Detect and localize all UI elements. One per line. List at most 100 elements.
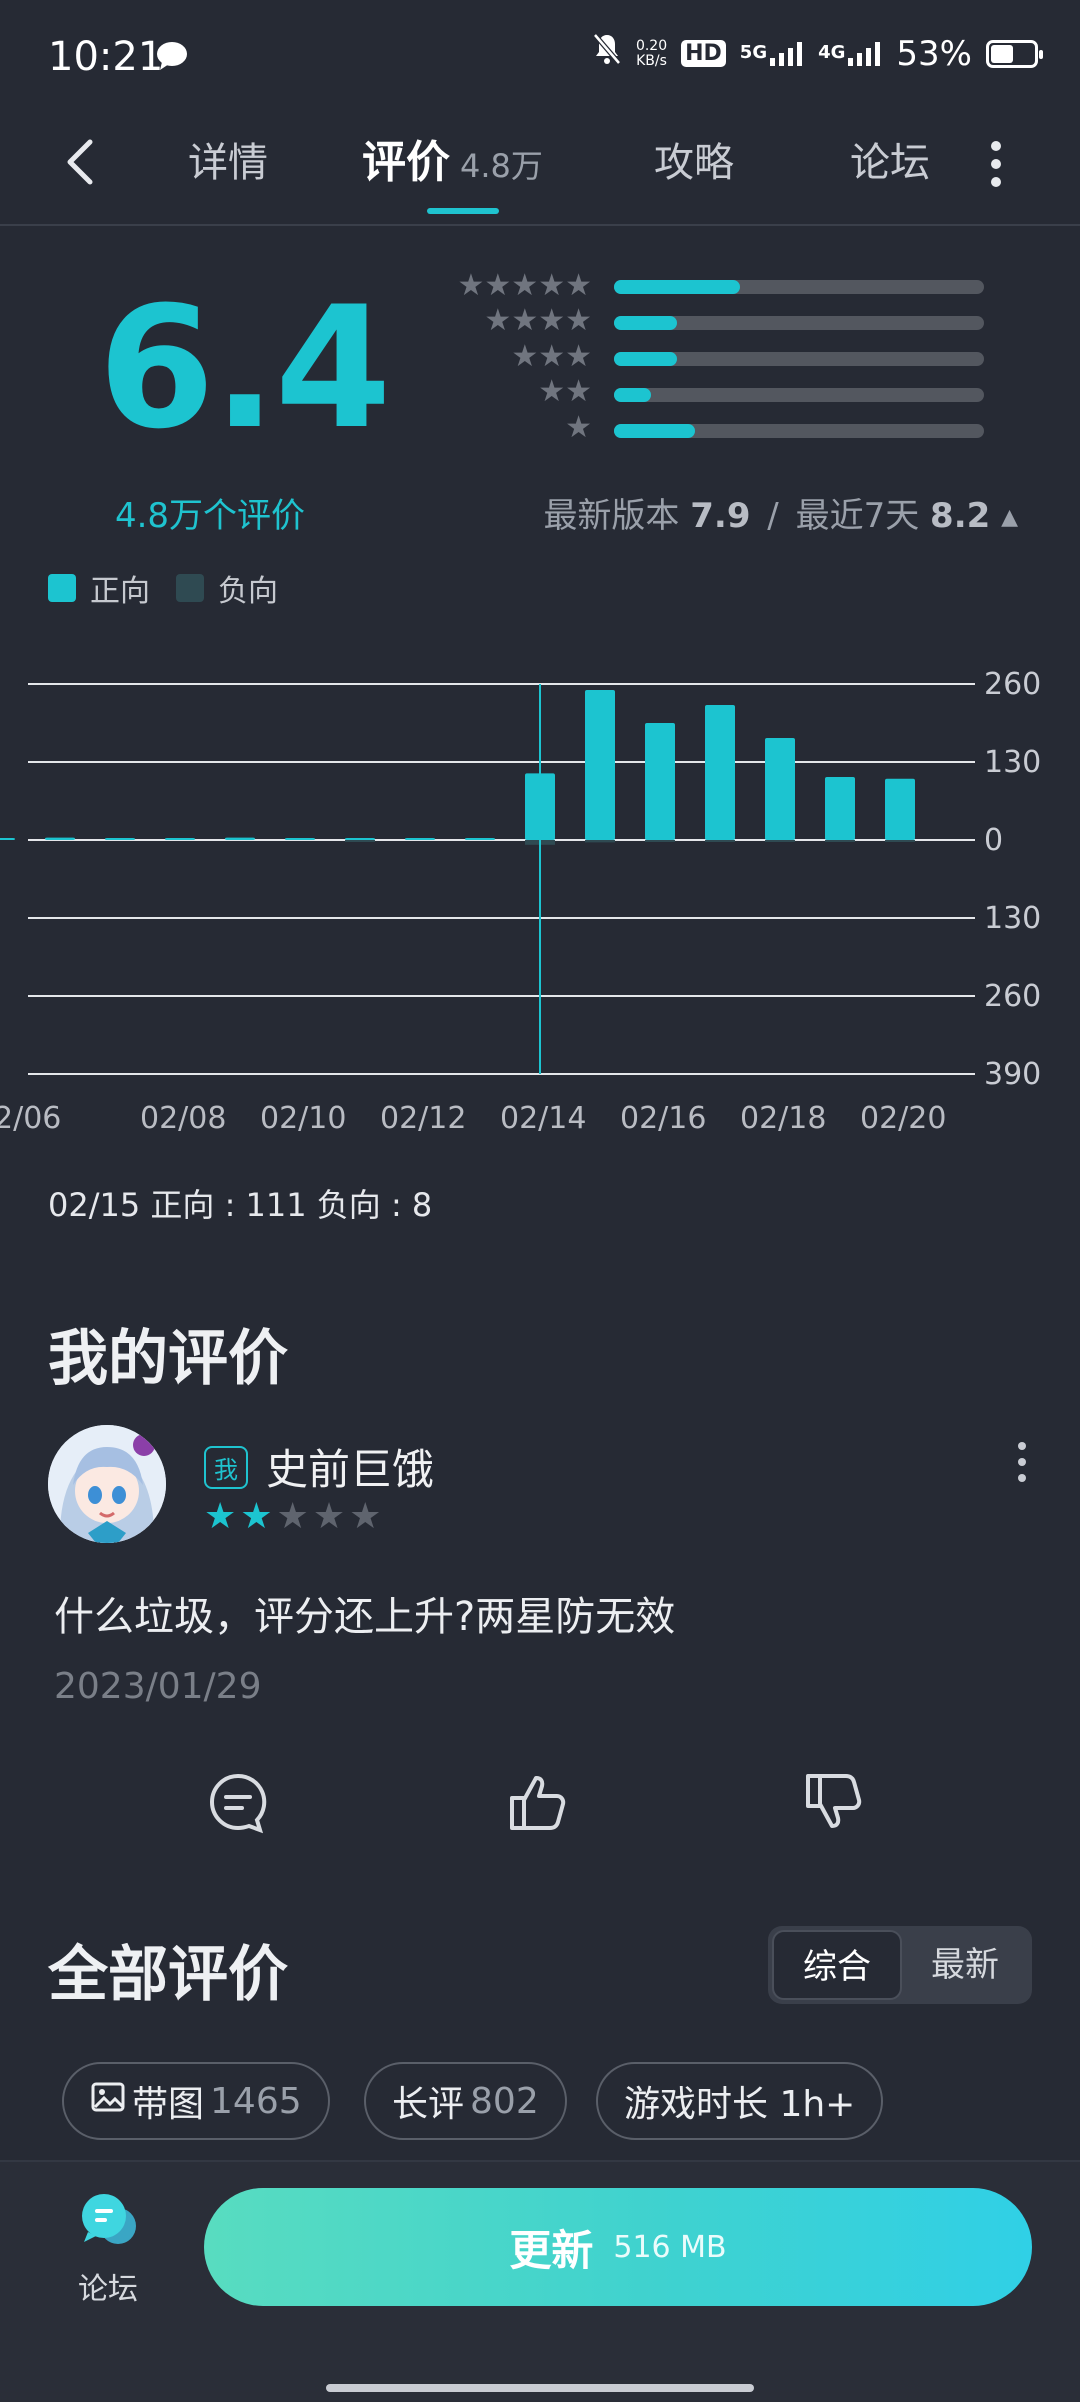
bar-positive bbox=[825, 777, 855, 840]
status-bar: 10:21 0.20 KB/s HD 5G 4G 53% bbox=[0, 0, 1080, 120]
thumbs-up-icon[interactable] bbox=[506, 1770, 570, 1834]
home-indicator[interactable] bbox=[326, 2384, 754, 2392]
sort-latest[interactable]: 最新 bbox=[902, 1930, 1028, 2000]
legend-negative-label: 负向 bbox=[218, 574, 278, 609]
tab-forum[interactable]: 论坛 bbox=[850, 130, 930, 188]
version-score: 最新版本 7.9 / 最近7天 8.2 ▲ bbox=[543, 496, 1018, 536]
overall-score: 6.4 bbox=[98, 270, 392, 466]
trend-up-icon: ▲ bbox=[1001, 505, 1018, 530]
chart-legend: 正向 负向 bbox=[48, 566, 278, 610]
x-tick-label: 2/06 bbox=[0, 1101, 61, 1136]
status-time: 10:21 bbox=[48, 34, 164, 80]
bar-positive bbox=[645, 723, 675, 840]
y-tick-label: 390 bbox=[984, 1057, 1041, 1092]
dist-bar-3 bbox=[614, 352, 984, 366]
legend-positive-swatch bbox=[48, 574, 76, 602]
avatar[interactable] bbox=[48, 1425, 166, 1543]
five-star-icons: ★★★★★ bbox=[457, 268, 592, 303]
bar-positive bbox=[285, 838, 315, 840]
tab-reviews[interactable]: 评价 4.8万 bbox=[362, 126, 543, 190]
filter-with-images[interactable]: 带图 1465 bbox=[62, 2062, 330, 2140]
bar-positive bbox=[0, 838, 15, 840]
tab-reviews-count: 4.8万 bbox=[460, 147, 543, 185]
review-trend-chart[interactable]: 260 130 0 130 260 390 2/06 02/08 02/10 02/12 02/14… bbox=[0, 610, 1080, 1150]
y-tick-label: 260 bbox=[984, 667, 1041, 702]
bar-negative bbox=[645, 840, 675, 842]
thumbs-down-icon[interactable] bbox=[802, 1770, 866, 1834]
y-tick-label: 130 bbox=[984, 745, 1041, 780]
dist-bar-1 bbox=[614, 424, 984, 438]
nav-divider bbox=[0, 224, 1080, 226]
forum-icon[interactable] bbox=[78, 2192, 140, 2254]
y-tick-label: 130 bbox=[984, 901, 1041, 936]
review-more-icon[interactable] bbox=[1010, 1440, 1034, 1488]
bar-positive bbox=[165, 838, 195, 840]
review-text: 什么垃圾，评分还上升?两星防无效 bbox=[54, 1594, 676, 1640]
bar-negative bbox=[825, 840, 855, 842]
rating-count: 4.8万个评价 bbox=[114, 496, 306, 536]
forum-label[interactable]: 论坛 bbox=[60, 2264, 156, 2308]
legend-negative-swatch bbox=[176, 574, 204, 602]
bar-positive bbox=[885, 778, 915, 840]
dist-bar-4 bbox=[614, 316, 984, 330]
bar-negative bbox=[585, 840, 615, 843]
comment-icon[interactable] bbox=[206, 1770, 270, 1834]
sort-toggle: 综合 最新 bbox=[768, 1926, 1032, 2004]
y-tick-label: 260 bbox=[984, 979, 1041, 1014]
battery-percent: 53% bbox=[896, 33, 972, 74]
dist-row-5: ★★★★★ bbox=[458, 268, 592, 303]
dist-bar-2 bbox=[614, 388, 984, 402]
x-tick-label: 02/14 bbox=[500, 1101, 586, 1136]
bar-positive bbox=[705, 705, 735, 840]
bar-positive bbox=[105, 838, 135, 840]
hd-badge: HD bbox=[681, 40, 726, 67]
bar-positive bbox=[45, 837, 75, 840]
tab-guides[interactable]: 攻略 bbox=[654, 130, 734, 188]
x-tick-label: 02/18 bbox=[740, 1101, 826, 1136]
image-icon bbox=[90, 2079, 126, 2124]
x-tick-label: 02/12 bbox=[380, 1101, 466, 1136]
three-star-icons: ★★★ bbox=[511, 339, 592, 374]
mute-icon bbox=[592, 32, 622, 75]
filter-long-review[interactable]: 长评 802 bbox=[364, 2062, 567, 2140]
net-speed: 0.20 KB/s bbox=[635, 37, 668, 69]
x-tick-label: 02/08 bbox=[140, 1101, 226, 1136]
top-nav: 详情 评价 4.8万 攻略 论坛 bbox=[0, 120, 1080, 224]
filter-playtime[interactable]: 游戏时长 1h+ bbox=[596, 2062, 884, 2140]
signal-4g-icon: 4G bbox=[818, 41, 882, 66]
active-tab-indicator bbox=[427, 208, 499, 214]
sort-comprehensive[interactable]: 综合 bbox=[772, 1930, 902, 2000]
x-tick-label: 02/20 bbox=[860, 1101, 946, 1136]
bar-negative bbox=[345, 840, 375, 842]
legend-positive-label: 正向 bbox=[90, 574, 150, 609]
all-reviews-heading: 全部评价 bbox=[48, 1940, 288, 2010]
x-tick-label: 02/16 bbox=[620, 1101, 706, 1136]
my-review-heading: 我的评价 bbox=[48, 1324, 288, 1394]
dist-row-3: ★★★ bbox=[511, 339, 592, 374]
review-date: 2023/01/29 bbox=[54, 1666, 262, 1707]
x-tick-label: 02/10 bbox=[260, 1101, 346, 1136]
bar-negative bbox=[885, 840, 915, 842]
bar-positive bbox=[585, 690, 615, 840]
message-icon bbox=[154, 40, 190, 76]
bar-positive bbox=[405, 838, 435, 840]
signal-5g-icon: 5G bbox=[740, 41, 804, 66]
bar-positive bbox=[225, 837, 255, 840]
username[interactable]: 史前巨饿 bbox=[266, 1436, 434, 1497]
back-icon[interactable] bbox=[60, 132, 100, 196]
bar-positive bbox=[345, 838, 375, 840]
dist-row-2: ★★ bbox=[538, 374, 592, 409]
bar-positive bbox=[765, 738, 795, 840]
me-badge: 我 bbox=[204, 1446, 248, 1489]
dist-row-4: ★★★★ bbox=[484, 303, 592, 338]
more-options-icon[interactable] bbox=[984, 134, 1008, 198]
bar-positive bbox=[465, 838, 495, 840]
bar-negative bbox=[705, 840, 735, 842]
dist-bar-5 bbox=[614, 280, 984, 294]
status-icons: 0.20 KB/s HD 5G 4G 53% bbox=[592, 32, 1043, 75]
bar-negative bbox=[765, 840, 795, 842]
tab-details[interactable]: 详情 bbox=[188, 130, 268, 188]
chart-tooltip: 02/15 正向 : 111 负向 : 8 bbox=[48, 1186, 433, 1224]
update-button[interactable]: 更新 516 MB bbox=[204, 2188, 1032, 2306]
user-rating-stars: ★★★★★ bbox=[204, 1496, 386, 1537]
